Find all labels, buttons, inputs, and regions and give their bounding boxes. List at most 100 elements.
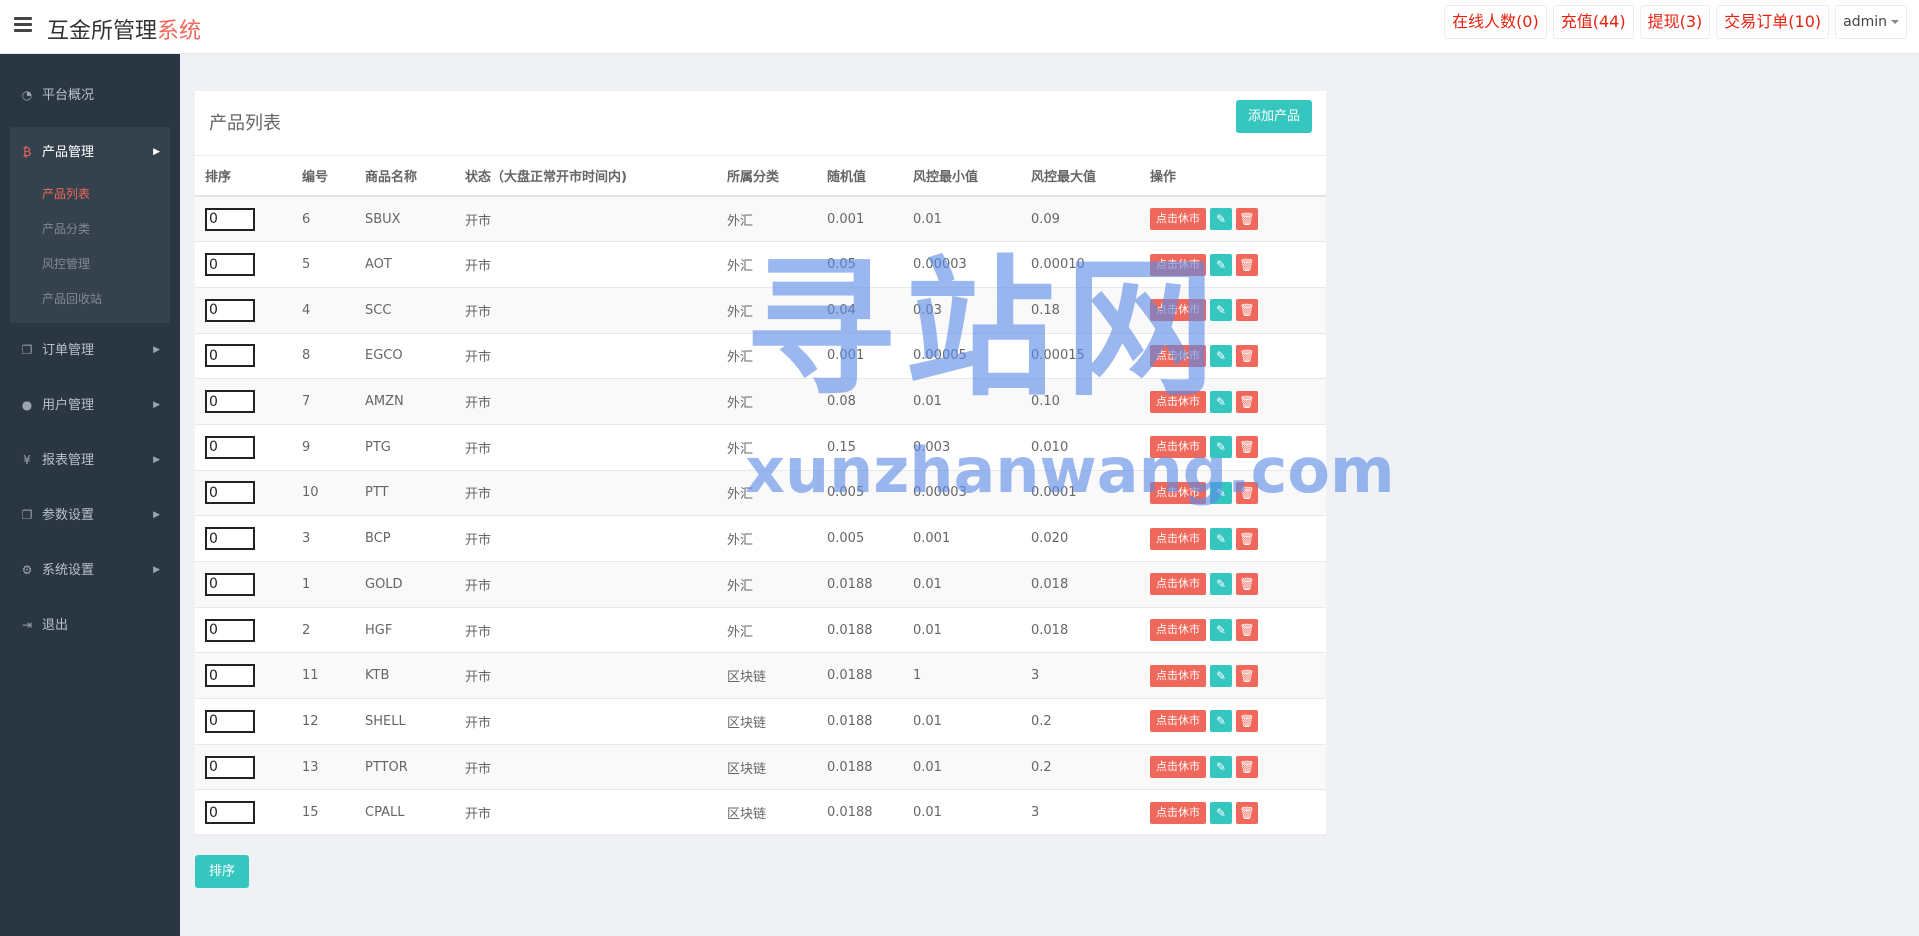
sort-order-input[interactable] — [205, 435, 255, 459]
sort-cell — [195, 424, 292, 471]
edit-pencil-icon[interactable]: ✎ — [1210, 756, 1232, 779]
status-cell: 开市 — [455, 515, 717, 562]
sort-order-input[interactable] — [205, 527, 255, 551]
sort-order-input[interactable] — [205, 618, 255, 642]
menu-toggle-icon[interactable] — [14, 17, 32, 33]
sidebar-item-overview[interactable]: ◔ 平台概况 — [0, 68, 180, 123]
delete-trash-icon[interactable]: 🗑 — [1236, 208, 1258, 231]
close-market-button[interactable]: 点击休市 — [1150, 710, 1206, 733]
row-actions: 点击休市 ✎ 🗑 — [1150, 573, 1326, 596]
sidebar-item-users[interactable]: ● 用户管理 ▶ — [0, 378, 180, 433]
sidebar-subitem-product-category[interactable]: 产品分类 — [10, 212, 170, 247]
sort-order-input[interactable] — [205, 755, 255, 779]
edit-pencil-icon[interactable]: ✎ — [1210, 573, 1232, 596]
sidebar-item-logout[interactable]: ⇥ 退出 — [0, 598, 180, 653]
close-market-button[interactable]: 点击休市 — [1150, 573, 1206, 596]
sort-order-input[interactable] — [205, 390, 255, 414]
sidebar-item-orders[interactable]: ❐ 订单管理 ▶ — [0, 323, 180, 378]
id-cell: 5 — [292, 241, 355, 288]
edit-pencil-icon[interactable]: ✎ — [1210, 710, 1232, 733]
name-cell: AOT — [355, 241, 455, 288]
sort-order-input[interactable] — [205, 207, 255, 231]
risk-max-cell: 0.09 — [1021, 196, 1140, 243]
sidebar-item-params[interactable]: ❐ 参数设置 ▶ — [0, 488, 180, 543]
delete-trash-icon[interactable]: 🗑 — [1236, 253, 1258, 276]
edit-pencil-icon[interactable]: ✎ — [1210, 527, 1232, 550]
sort-cell — [195, 287, 292, 334]
id-cell: 2 — [292, 607, 355, 654]
delete-trash-icon[interactable]: 🗑 — [1236, 756, 1258, 779]
sort-order-input[interactable] — [205, 344, 255, 368]
yen-icon: ¥ — [23, 453, 31, 467]
delete-trash-icon[interactable]: 🗑 — [1236, 527, 1258, 550]
id-cell: 15 — [292, 789, 355, 837]
cogs-icon: ⚙ — [21, 563, 33, 577]
withdraw-button[interactable]: 提现(3) — [1639, 5, 1711, 39]
sort-order-input[interactable] — [205, 664, 255, 688]
delete-trash-icon[interactable]: 🗑 — [1236, 299, 1258, 322]
id-cell: 13 — [292, 744, 355, 791]
watermark-url: xunzhanwang.com — [745, 434, 1395, 507]
sidebar-subitem-risk-control[interactable]: 风控管理 — [10, 247, 170, 282]
row-actions: 点击休市 ✎ 🗑 — [1150, 710, 1326, 733]
edit-pencil-icon[interactable]: ✎ — [1210, 664, 1232, 687]
chevron-right-icon: ▶ — [153, 147, 160, 157]
status-cell: 开市 — [455, 424, 717, 471]
edit-pencil-icon[interactable]: ✎ — [1210, 619, 1232, 642]
delete-trash-icon[interactable]: 🗑 — [1236, 344, 1258, 367]
sidebar-item-system[interactable]: ⚙ 系统设置 ▶ — [0, 543, 180, 598]
dashboard-icon: ◔ — [21, 88, 33, 102]
name-cell: PTT — [355, 470, 455, 517]
online-users-button[interactable]: 在线人数(0) — [1444, 5, 1547, 39]
sidebar-item-products[interactable]: ₿ 产品管理 ▶ — [10, 127, 170, 177]
name-cell: PTTOR — [355, 744, 455, 791]
close-market-button[interactable]: 点击休市 — [1150, 527, 1206, 550]
close-market-button[interactable]: 点击休市 — [1150, 619, 1206, 642]
delete-trash-icon[interactable]: 🗑 — [1236, 573, 1258, 596]
user-menu-button[interactable]: admin — [1835, 5, 1907, 39]
sort-order-input[interactable] — [205, 481, 255, 505]
sort-cell — [195, 607, 292, 654]
sort-order-input[interactable] — [205, 572, 255, 596]
delete-trash-icon[interactable]: 🗑 — [1236, 664, 1258, 687]
random-value-cell: 0.0188 — [817, 744, 903, 791]
delete-trash-icon[interactable]: 🗑 — [1236, 390, 1258, 413]
sidebar-item-label: 退出 — [42, 618, 69, 633]
sort-order-input[interactable] — [205, 709, 255, 733]
row-actions: 点击休市 ✎ 🗑 — [1150, 756, 1326, 779]
category-cell: 区块链 — [717, 652, 817, 700]
brand-main: 互金所管理 — [47, 19, 158, 44]
random-value-cell: 0.0188 — [817, 561, 903, 608]
risk-min-cell: 0.01 — [903, 744, 1021, 791]
sidebar-item-label: 参数设置 — [42, 508, 95, 523]
name-cell: BCP — [355, 515, 455, 562]
sidebar-item-reports[interactable]: ¥ 报表管理 ▶ — [0, 433, 180, 488]
delete-trash-icon[interactable]: 🗑 — [1236, 801, 1258, 824]
copy-icon: ❐ — [21, 508, 33, 522]
column-header: 商品名称 — [355, 156, 455, 197]
add-product-button[interactable]: 添加产品 — [1235, 100, 1312, 133]
actions-cell: 点击休市 ✎ 🗑 — [1140, 789, 1326, 837]
edit-pencil-icon[interactable]: ✎ — [1210, 208, 1232, 231]
sidebar-subitem-recycle-bin[interactable]: 产品回收站 — [10, 282, 170, 317]
trade-orders-button[interactable]: 交易订单(10) — [1716, 5, 1830, 39]
row-actions: 点击休市 ✎ 🗑 — [1150, 208, 1326, 231]
sort-order-input[interactable] — [205, 253, 255, 277]
table-row: 11KTB开市区块链0.018813 点击休市✎🗑 — [195, 652, 1326, 700]
close-market-button[interactable]: 点击休市 — [1150, 801, 1206, 824]
close-market-button[interactable]: 点击休市 — [1150, 756, 1206, 779]
delete-trash-icon[interactable]: 🗑 — [1236, 619, 1258, 642]
delete-trash-icon[interactable]: 🗑 — [1236, 710, 1258, 733]
recharge-button[interactable]: 充值(44) — [1552, 5, 1634, 39]
name-cell: HGF — [355, 607, 455, 654]
actions-cell: 点击休市 ✎ 🗑 — [1140, 744, 1326, 791]
sort-order-input[interactable] — [205, 298, 255, 322]
sidebar-subitem-product-list[interactable]: 产品列表 — [10, 177, 170, 212]
category-cell: 外汇 — [717, 607, 817, 654]
sort-button[interactable]: 排序 — [195, 855, 249, 888]
edit-pencil-icon[interactable]: ✎ — [1210, 801, 1232, 824]
sort-order-input[interactable] — [205, 801, 255, 825]
close-market-button[interactable]: 点击休市 — [1150, 664, 1206, 687]
status-cell: 开市 — [455, 607, 717, 654]
close-market-button[interactable]: 点击休市 — [1150, 208, 1206, 231]
